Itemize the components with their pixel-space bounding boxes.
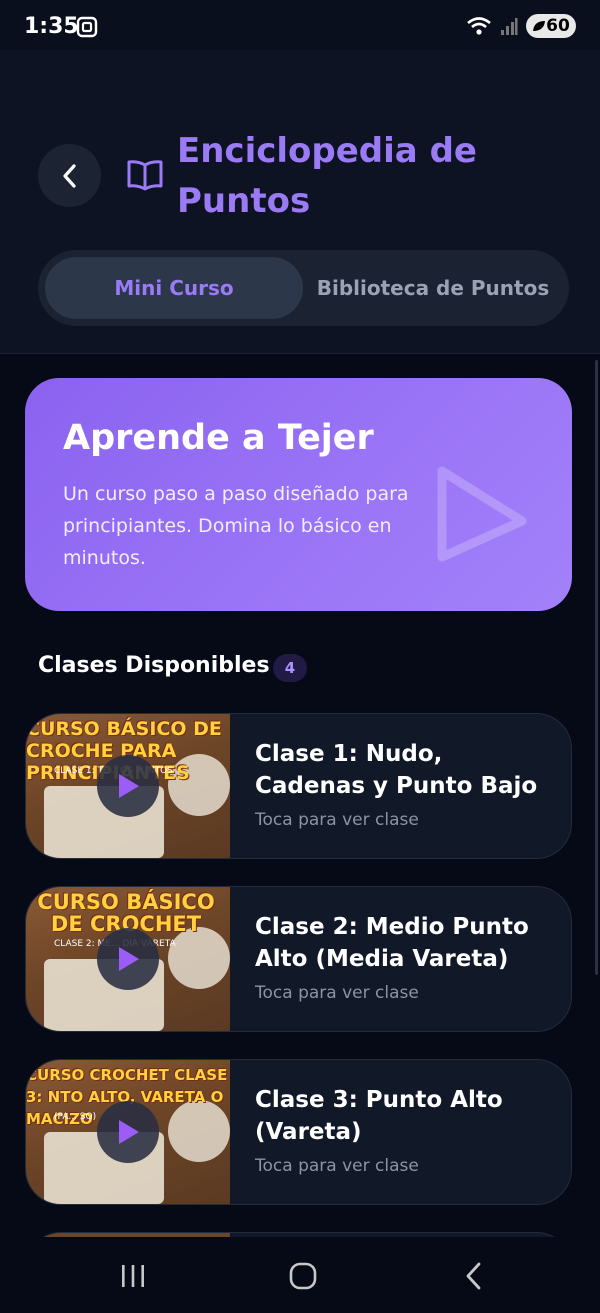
play-icon [119,1120,139,1144]
play-icon [119,774,139,798]
nav-back-button[interactable] [454,1259,494,1293]
thumbnail-yarn [168,927,230,989]
page-title: Enciclopedia de Puntos [177,131,477,221]
battery-level: 60 [546,16,570,36]
chevron-left-icon [62,163,76,188]
tab-biblioteca-de-puntos[interactable]: Biblioteca de Puntos [303,257,563,319]
home-icon [289,1262,317,1290]
class-thumbnail: CURSO CROCHET CLASE 3: NTO ALTO, VARETA … [26,1060,230,1204]
course-hero-card[interactable]: Aprende a Tejer Un curso paso a paso dis… [25,378,572,611]
tab-switcher: Mini Curso Biblioteca de Puntos [38,250,569,326]
home-button[interactable] [283,1259,323,1293]
play-button[interactable] [97,755,159,817]
class-title: Clase 3: Punto Alto (Vareta) [255,1087,503,1145]
app-header: Enciclopedia de Puntos Mini Curso Biblio… [0,50,600,354]
class-hint: Toca para ver clase [255,983,419,1003]
hero-title: Aprende a Tejer [63,418,374,458]
class-count-badge: 4 [273,654,307,682]
status-bar: 1:35 60 [0,0,600,50]
recents-icon [122,1265,144,1287]
leaf-icon [533,21,546,31]
class-card-2[interactable]: CURSO BÁSICO DE CROCHET CLASE 2: ME... D… [25,886,572,1032]
open-book-icon [127,160,163,191]
system-nav-bar [0,1237,600,1313]
class-card-1[interactable]: CURSO BÁSICO DE CROCHE PARA PRINCIPIANTE… [25,713,572,859]
thumbnail-subtext: (PA... SO) [54,1112,97,1122]
class-title: Clase 1: Nudo, Cadenas y Punto Bajo [255,741,538,799]
class-thumbnail: CURSO BÁSICO DE CROCHET CLASE 2: ME... D… [26,887,230,1031]
class-hint: Toca para ver clase [255,810,419,830]
recents-button[interactable] [113,1259,153,1293]
section-title: Clases Disponibles [38,653,270,678]
nav-back-icon [466,1262,481,1290]
status-indicators: 60 [466,14,576,38]
back-button[interactable] [38,144,101,207]
play-icon [119,947,139,971]
play-button[interactable] [97,928,159,990]
screen-capture-icon [76,16,98,38]
status-time: 1:35 [24,14,79,39]
wifi-icon [467,17,491,35]
signal-icon [501,18,518,35]
class-title: Clase 2: Medio Punto Alto (Media Vareta) [255,914,529,972]
battery-indicator: 60 [526,14,576,38]
scrollbar[interactable] [595,360,598,975]
class-card-3[interactable]: CURSO CROCHET CLASE 3: NTO ALTO, VARETA … [25,1059,572,1205]
class-hint: Toca para ver clase [255,1156,419,1176]
hero-description: Un curso paso a paso diseñado para princ… [63,483,409,569]
play-outline-icon [437,466,527,562]
class-thumbnail: CURSO BÁSICO DE CROCHE PARA PRINCIPIANTE… [26,714,230,858]
tab-mini-curso[interactable]: Mini Curso [45,257,303,319]
play-button[interactable] [97,1101,159,1163]
